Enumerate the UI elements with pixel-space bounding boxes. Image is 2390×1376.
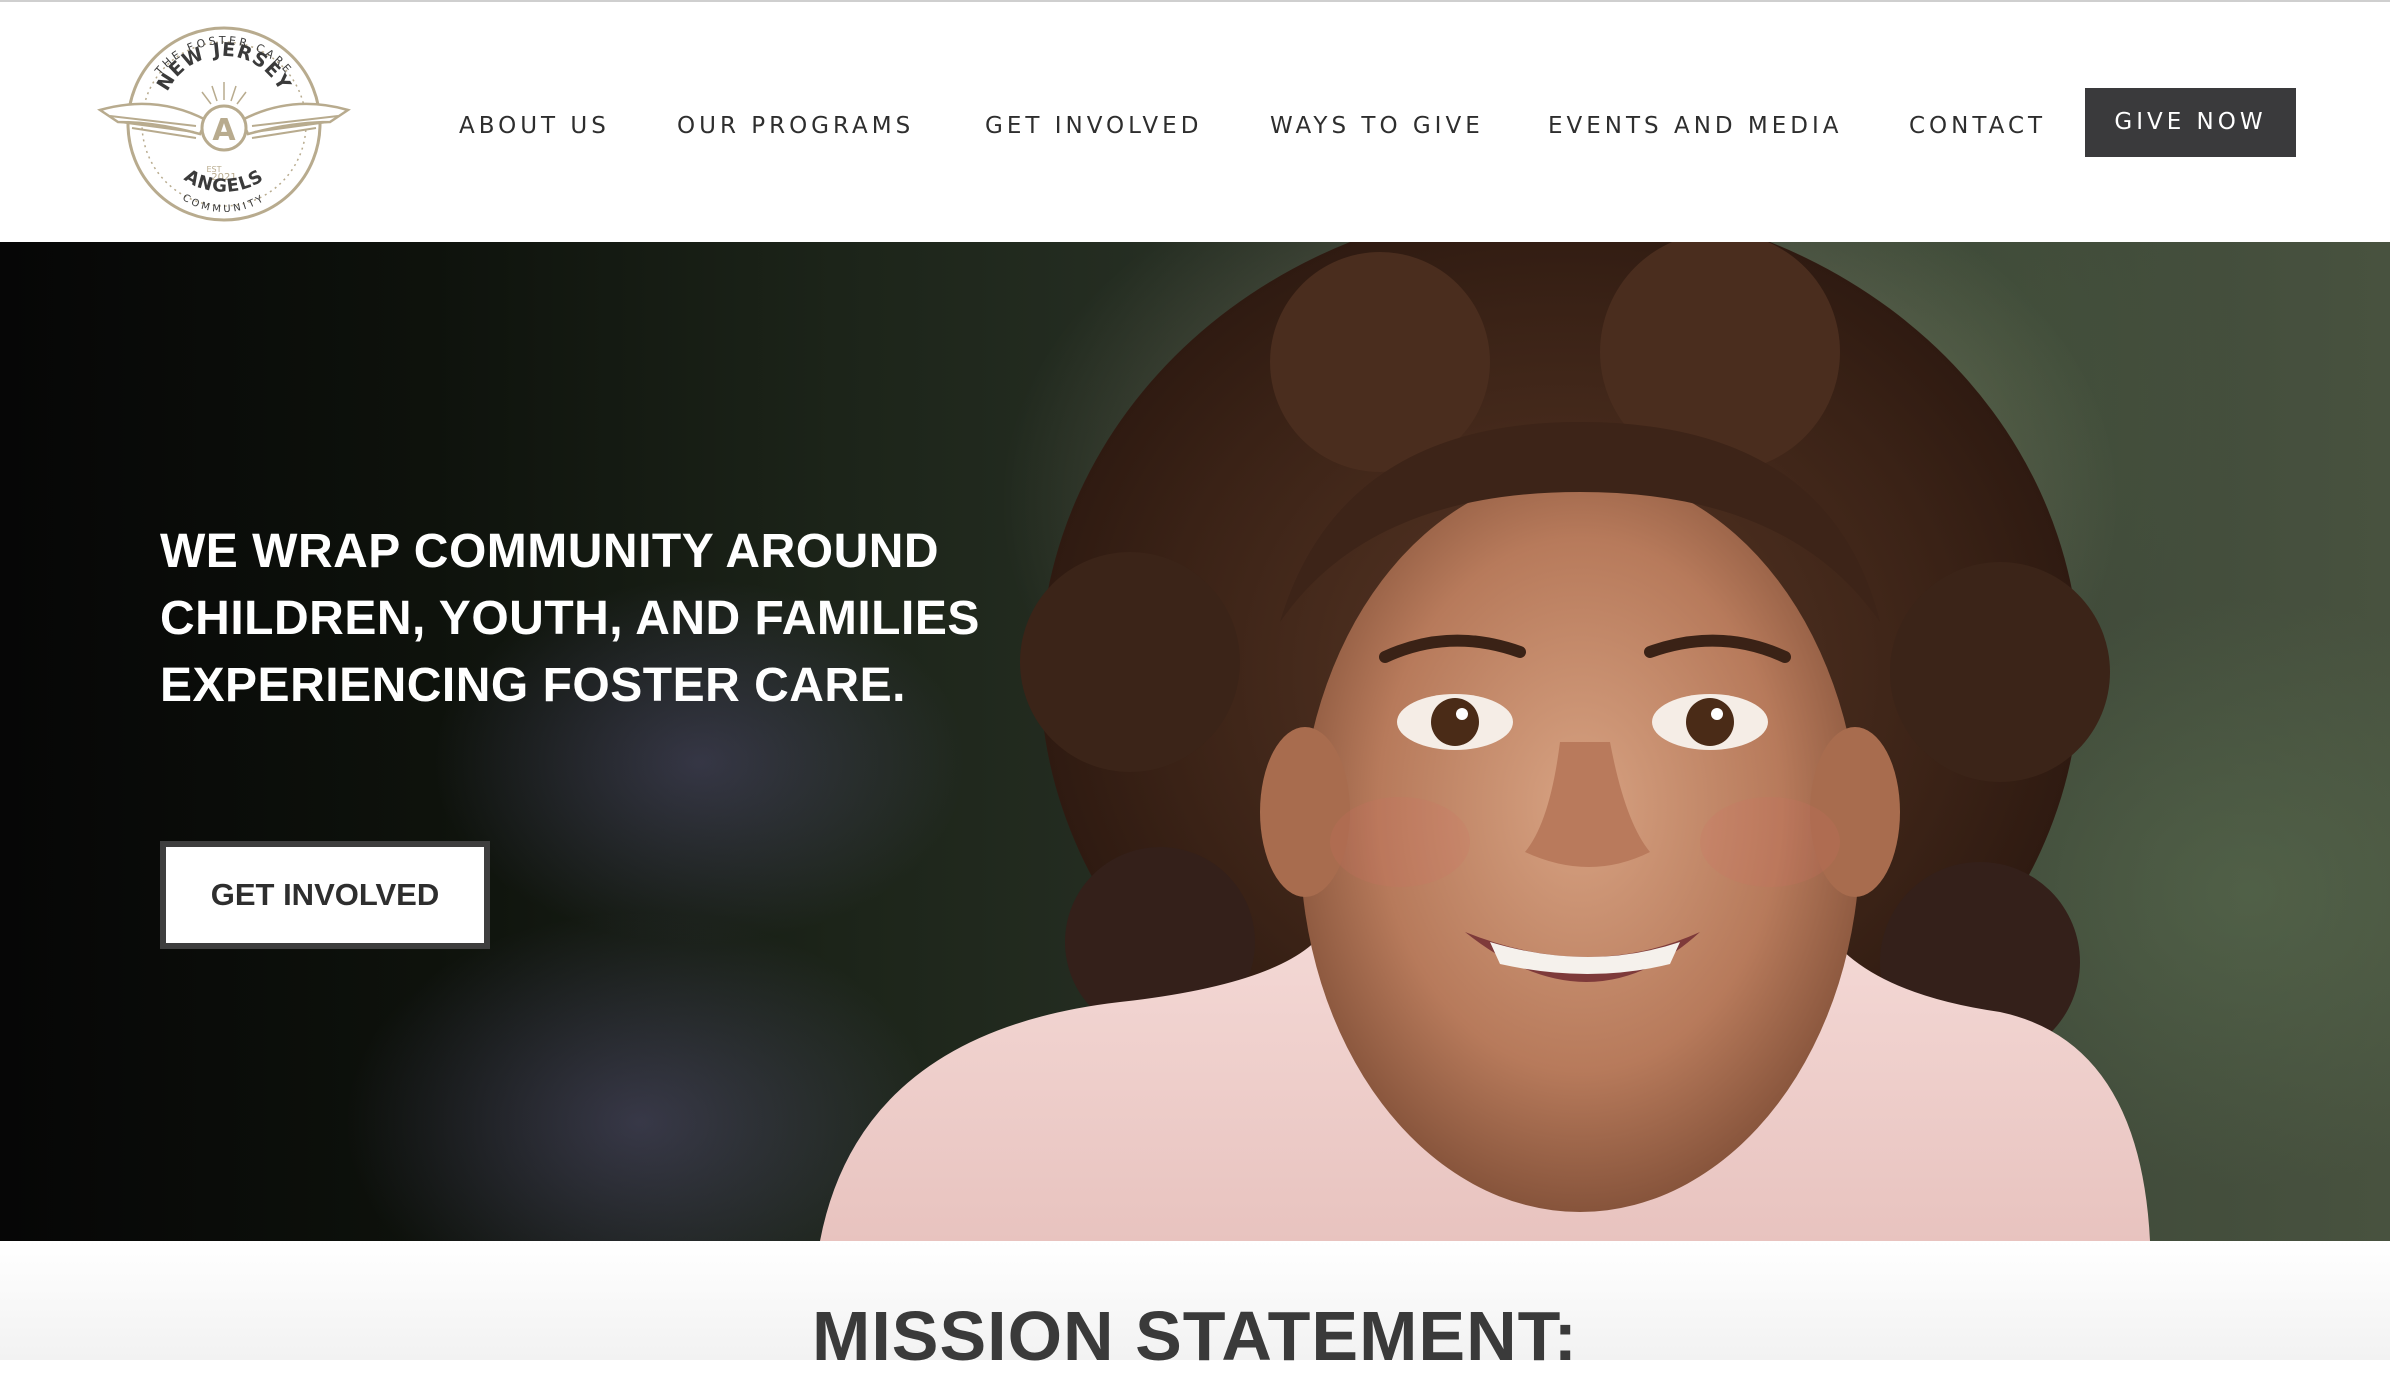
hero-banner: WE WRAP COMMUNITY AROUND CHILDREN, YOUTH… — [0, 242, 2390, 1241]
mission-heading: MISSION STATEMENT: — [0, 1296, 2390, 1376]
mission-heading-bold: MISSION — [812, 1297, 1115, 1375]
get-involved-button[interactable]: GET INVOLVED — [160, 841, 490, 949]
nav-contact[interactable]: CONTACT — [1909, 110, 2046, 142]
main-navigation: ABOUT US OUR PROGRAMS GET INVOLVED WAYS … — [0, 2, 2390, 242]
mission-section: MISSION STATEMENT: — [0, 1241, 2390, 1375]
hero-photo-child — [820, 242, 2150, 1241]
nav-ways-to-give[interactable]: WAYS TO GIVE — [1270, 110, 1484, 142]
nav-events-and-media[interactable]: EVENTS AND MEDIA — [1548, 110, 1843, 142]
nav-our-programs[interactable]: OUR PROGRAMS — [677, 110, 914, 142]
mission-heading-rest: STATEMENT: — [1135, 1297, 1578, 1375]
nav-about-us[interactable]: ABOUT US — [459, 110, 610, 142]
site-header: A THE FOSTER CARE NEW JERSEY EST 2021 AN… — [0, 2, 2390, 242]
hero-headline: WE WRAP COMMUNITY AROUND CHILDREN, YOUTH… — [160, 525, 980, 712]
nav-get-involved[interactable]: GET INVOLVED — [985, 110, 1202, 142]
give-now-button[interactable]: GIVE NOW — [2085, 88, 2296, 157]
